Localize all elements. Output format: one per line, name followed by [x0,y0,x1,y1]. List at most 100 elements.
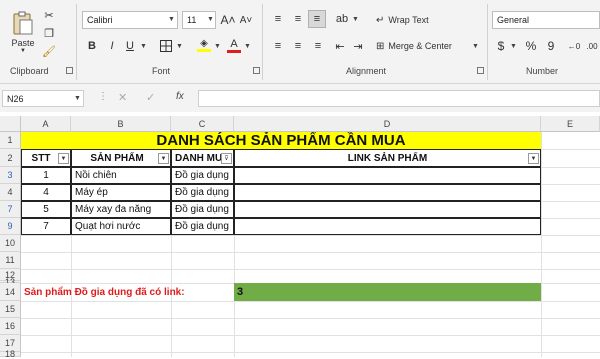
header-product[interactable]: SẢN PHẨM [71,149,171,167]
format-painter-icon[interactable]: 🖌 [42,44,56,58]
underline-button[interactable]: U [122,38,138,54]
row-header[interactable]: 14 [0,283,21,301]
table-cell-stt[interactable]: 5 [21,201,71,218]
row-header[interactable]: 9 [0,218,21,235]
merge-center-button[interactable]: ⊞ Merge & Center [376,37,476,55]
row-header[interactable]: 3 [0,167,21,184]
header-link-label: LINK SẢN PHẨM [347,152,428,164]
column-header-e[interactable]: E [541,116,600,132]
clipboard-launcher-icon[interactable] [66,67,73,74]
align-middle-icon[interactable]: ≡ [290,11,306,27]
increase-decimal-icon[interactable]: ←0 [566,38,582,54]
formula-input[interactable] [198,90,600,107]
table-cell-product[interactable]: Nồi chiên [71,167,171,184]
row-header[interactable]: 2 [0,149,21,167]
percent-button[interactable]: % [524,38,538,54]
font-color-icon[interactable]: A [226,36,242,54]
chevron-down-icon: ▼ [140,43,147,50]
wrap-text-icon: ↵ [376,14,385,26]
cut-icon[interactable]: ✂ [42,8,56,22]
table-cell-product[interactable]: Quạt hơi nước [71,218,171,235]
table-cell-category[interactable]: Đồ gia dụng [171,201,234,218]
shrink-font-button[interactable]: A˅ [238,11,254,29]
paste-button[interactable]: Paste ▼ [6,6,40,58]
font-launcher-icon[interactable] [253,67,260,74]
cancel-icon[interactable]: ✕ [118,91,127,104]
wrap-text-button[interactable]: ↵ Wrap Text [376,11,446,29]
borders-icon[interactable] [158,38,174,54]
decrease-decimal-icon[interactable]: .00 [584,38,600,54]
italic-button[interactable]: I [104,38,120,54]
table-cell-category[interactable]: Đồ gia dụng [171,167,234,184]
align-left-icon[interactable]: ≡ [270,38,286,54]
chevron-down-icon: ▼ [352,16,359,23]
decrease-indent-icon[interactable]: ⇤ [332,38,348,54]
row-header[interactable]: 1 [0,132,21,149]
orientation-icon[interactable]: ab [334,11,350,27]
number-format-value: General [497,15,530,25]
header-category-label: DANH MU [175,152,223,164]
ribbon: Paste ▼ ✂ ❐ 🖌 Clipboard Calibri ▼ 11 ▼ A… [0,0,600,84]
table-cell-product[interactable]: Máy xay đa năng [71,201,171,218]
align-right-icon[interactable]: ≡ [310,38,326,54]
font-group-label: Font [152,66,171,76]
align-bottom-icon[interactable]: ≡ [308,10,326,28]
copy-icon[interactable]: ❐ [42,26,56,40]
row-header[interactable]: 10 [0,235,21,252]
insert-function-icon[interactable]: fx [176,91,184,102]
number-group-label: Number [526,66,559,76]
grow-font-button[interactable]: A˄ [220,11,236,29]
comma-style-button[interactable]: 9 [544,38,558,54]
table-cell-stt[interactable]: 7 [21,218,71,235]
enter-icon[interactable]: ✓ [146,91,155,104]
filter-dropdown-icon[interactable]: ▼ [528,153,539,164]
column-header-a[interactable]: A [21,116,71,132]
table-cell-stt[interactable]: 4 [21,184,71,201]
summary-value[interactable]: 3 [234,283,541,301]
table-cell-link[interactable] [234,218,541,235]
currency-button[interactable]: $ [494,38,508,54]
chevron-down-icon: ▼ [214,43,221,50]
alignment-launcher-icon[interactable] [477,67,484,74]
merge-icon: ⊞ [376,40,385,52]
row-header[interactable]: 15 [0,301,21,318]
row-header[interactable]: 11 [0,252,21,269]
align-top-icon[interactable]: ≡ [270,11,286,27]
table-cell-category[interactable]: Đồ gia dụng [171,184,234,201]
table-cell-category[interactable]: Đồ gia dụng [171,218,234,235]
column-header-b[interactable]: B [71,116,171,132]
font-name-value: Calibri [87,15,113,25]
number-format-select[interactable]: General [492,11,600,29]
fill-color-icon[interactable]: ◈ [196,36,212,54]
more-options-icon[interactable]: ⋮ [98,91,108,102]
table-cell-link[interactable] [234,184,541,201]
bold-button[interactable]: B [84,38,100,54]
filter-active-icon[interactable]: ⊽ [221,153,232,164]
font-name-select[interactable]: Calibri [82,11,178,29]
row-header[interactable]: 18 [0,349,21,359]
summary-label[interactable]: Sản phẩm Đồ gia dụng đã có link: [21,283,234,301]
column-header-d[interactable]: D [234,116,541,132]
column-header-c[interactable]: C [171,116,234,132]
table-cell-link[interactable] [234,167,541,184]
header-link[interactable]: LINK SẢN PHẨM [234,149,541,167]
increase-indent-icon[interactable]: ⇥ [350,38,366,54]
chevron-down-icon: ▼ [472,43,479,50]
select-all-corner[interactable] [0,116,21,132]
row-header[interactable]: 7 [0,201,21,218]
sheet-title[interactable]: DANH SÁCH SẢN PHẨM CẦN MUA [21,132,541,149]
row-header[interactable]: 16 [0,318,21,335]
header-product-label: SẢN PHẨM [90,152,144,164]
table-cell-product[interactable]: Máy ép [71,184,171,201]
merge-center-label: Merge & Center [388,41,452,51]
row-header[interactable]: 4 [0,184,21,201]
header-stt-label: STT [31,152,51,164]
name-box[interactable]: N26 [2,90,84,107]
filter-dropdown-icon[interactable]: ▼ [158,153,169,164]
wrap-text-label: Wrap Text [388,15,429,25]
table-cell-stt[interactable]: 1 [21,167,71,184]
align-center-icon[interactable]: ≡ [290,38,306,54]
filter-dropdown-icon[interactable]: ▼ [58,153,69,164]
chevron-down-icon: ▼ [176,43,183,50]
table-cell-link[interactable] [234,201,541,218]
